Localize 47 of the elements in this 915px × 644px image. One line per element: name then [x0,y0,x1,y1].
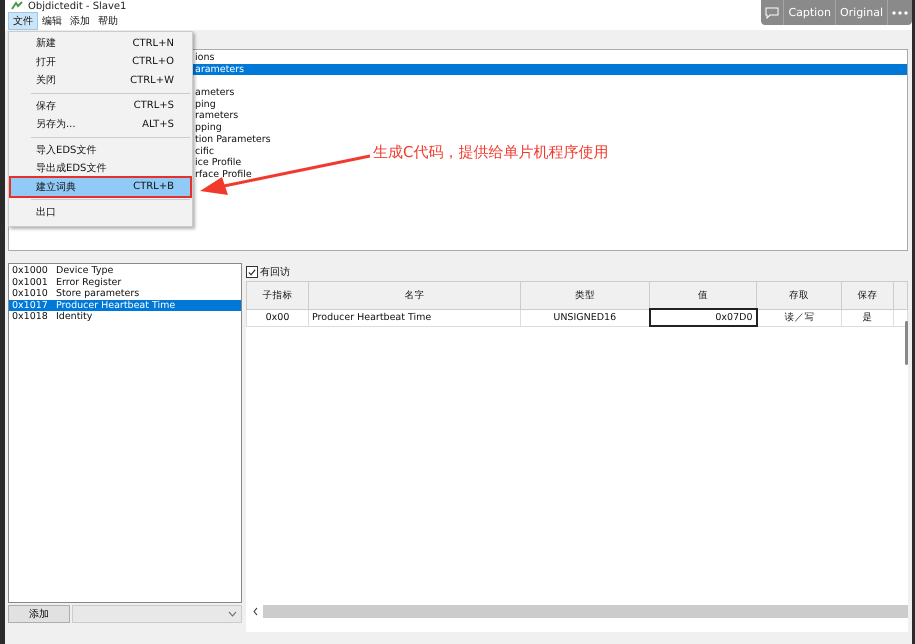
column-header[interactable]: 存取 [756,282,842,309]
list-item[interactable]: rface Profile [195,168,252,181]
menu-option[interactable]: 导入EDS文件 [11,140,190,159]
list-item[interactable]: ping [195,98,216,110]
list-item[interactable]: ameters [195,87,234,99]
checkbox-label: 有回访 [260,266,290,279]
menu-item[interactable]: 文件 [8,12,38,30]
menu-option[interactable]: 出口 [11,203,190,222]
checkbox[interactable] [246,266,258,278]
menu-item[interactable]: 添加 [66,13,94,29]
annotation-text: 生成C代码，提供给单片机程序使用 [373,143,608,162]
scrollbar-thumb[interactable] [905,321,908,365]
chevron-icon [228,611,237,617]
window-title: Objdictedit - Slave1 [28,0,126,12]
add-button[interactable]: 添加 [8,605,70,623]
list-item[interactable]: ice Profile [195,157,242,169]
horizontal-scrollbar[interactable] [249,605,908,618]
column-header[interactable]: 名字 [308,282,520,309]
menu-item[interactable]: 编辑 [38,13,66,29]
list-item[interactable]: 0x1018 Identity [9,311,241,323]
column-header[interactable]: 值 [650,282,756,309]
comment-icon [765,6,780,18]
list-item[interactable]: 0x1010 Store parameters [9,288,241,300]
menu-option[interactable]: 另存为... ALT+S [11,115,190,134]
list-item[interactable]: 0x1000 Device Type [9,265,241,277]
menu-option[interactable]: 保存 CTRL+S [11,96,190,115]
menu-item[interactable]: 帮助 [94,13,122,29]
table-cell: Producer Heartbeat Time [308,309,520,326]
list-item[interactable]: 0x1001 Error Register [9,276,241,288]
list-item[interactable]: cific [195,146,214,158]
list-item[interactable]: 0x1017 Producer Heartbeat Time [9,300,241,312]
value-field[interactable]: 0x07D0 [650,309,756,326]
more-icon [892,10,908,14]
list-item[interactable]: ions [195,52,214,64]
column-header[interactable]: 子指标 [246,282,308,309]
menu-option[interactable]: 导出成EDS文件 [11,159,190,178]
column-header[interactable]: 保存 [842,282,894,309]
list-item[interactable]: rameters [195,110,238,122]
table-cell: 是 [842,309,894,326]
table-cell: 读／写 [756,309,842,326]
menu-option[interactable]: 建立词典 CTRL+B [11,178,190,196]
column-header[interactable]: 类型 [520,282,650,309]
list-item[interactable]: pping [195,122,222,134]
table-cell: 0x00 [246,309,308,326]
app-icon [11,1,23,11]
menu-option[interactable]: 新建 CTRL+N [11,34,190,52]
list-item[interactable]: tion Parameters [195,134,271,146]
